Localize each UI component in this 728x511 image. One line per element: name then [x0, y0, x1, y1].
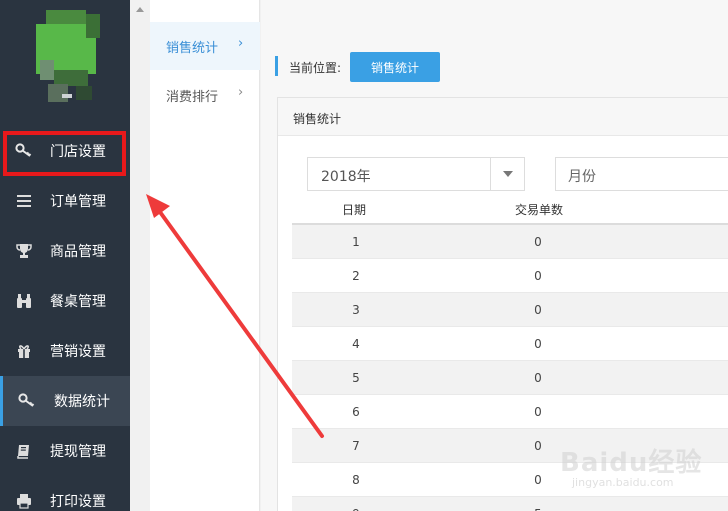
table-row: 3 0 [292, 293, 728, 327]
table-row: 5 0 [292, 361, 728, 395]
sub-sidebar: 销售统计 › 消费排行 › [150, 0, 260, 511]
cell-transactions: 0 [534, 473, 542, 487]
cell-date: 4 [352, 337, 360, 351]
cell-transactions: 0 [534, 269, 542, 283]
watermark: Baidu经验 jingyan.baidu.com [560, 442, 728, 502]
table-row: 1 0 [292, 225, 728, 259]
nav-item-marketing[interactable]: 营销设置 [0, 326, 130, 376]
month-select[interactable]: 月份 [555, 157, 728, 191]
main-sidebar: 门店设置 订单管理 商品管理 餐桌管理 营销设置 数据统计 提现管理 打印设置 [0, 0, 130, 511]
nav-item-orders[interactable]: 订单管理 [0, 176, 130, 226]
cell-transactions: 0 [534, 371, 542, 385]
table-row: 6 0 [292, 395, 728, 429]
watermark-url: jingyan.baidu.com [572, 476, 674, 489]
cell-transactions: 0 [534, 337, 542, 351]
cell-date: 6 [352, 405, 360, 419]
nav-label: 订单管理 [50, 194, 106, 210]
print-icon [14, 492, 34, 510]
cell-transactions: 5 [528, 507, 548, 511]
sidebar-scrollbar[interactable] [130, 0, 150, 511]
month-select-value: 月份 [568, 169, 596, 185]
cell-date: 9 [346, 507, 366, 511]
nav-label: 餐桌管理 [50, 294, 106, 310]
cell-date: 8 [352, 473, 360, 487]
cell-transactions: 0 [534, 303, 542, 317]
cell-date: 5 [352, 371, 360, 385]
column-header-date: 日期 [342, 203, 367, 217]
cell-transactions: 0 [534, 235, 542, 249]
panel-title: 销售统计 [293, 112, 342, 126]
table-row: 4 0 [292, 327, 728, 361]
cell-date: 2 [352, 269, 360, 283]
nav-item-tables[interactable]: 餐桌管理 [0, 276, 130, 326]
year-select-value: 2018年 [321, 169, 371, 185]
nav-label: 商品管理 [50, 244, 106, 260]
cell-date: 1 [352, 235, 360, 249]
main-content: 当前位置: 销售统计 销售统计 2018年 月份 日期 交易单数 1 0 2 0… [261, 0, 728, 511]
subnav-label: 消费排行 [166, 90, 219, 105]
breadcrumb-current-button[interactable]: 销售统计 [350, 52, 440, 82]
book-icon [14, 442, 34, 460]
nav-item-products[interactable]: 商品管理 [0, 226, 130, 276]
trophy-icon [14, 242, 34, 260]
nav-label: 提现管理 [50, 444, 106, 460]
nav-item-statistics[interactable]: 数据统计 [0, 376, 130, 426]
gift-icon [14, 342, 34, 360]
breadcrumb-label: 当前位置: [289, 61, 342, 75]
watermark-brand: Baidu经验 [560, 448, 703, 478]
nav-label: 营销设置 [50, 344, 106, 360]
binoculars-icon [14, 292, 34, 310]
app-window: 门店设置 订单管理 商品管理 餐桌管理 营销设置 数据统计 提现管理 打印设置 … [0, 0, 728, 511]
nav-label: 数据统计 [54, 394, 110, 410]
panel-header: 销售统计 [278, 98, 728, 136]
highlight-box [3, 131, 126, 176]
avatar[interactable] [36, 10, 106, 110]
cell-transactions: 0 [534, 439, 542, 453]
cell-date: 3 [352, 303, 360, 317]
chevron-down-icon[interactable] [503, 171, 513, 177]
subnav-item-spending-ranking[interactable]: 消费排行 › [150, 71, 260, 119]
nav-label: 打印设置 [50, 494, 106, 510]
chevron-right-icon: › [238, 85, 244, 100]
cell-transactions: 0 [534, 405, 542, 419]
table-row: 2 0 [292, 259, 728, 293]
nav-item-withdrawals[interactable]: 提现管理 [0, 426, 130, 476]
chevron-right-icon: › [238, 36, 244, 51]
nav-item-print-settings[interactable]: 打印设置 [0, 476, 130, 511]
cell-date: 7 [352, 439, 360, 453]
column-header-transactions: 交易单数 [515, 203, 564, 217]
subnav-item-sales-stats[interactable]: 销售统计 › [150, 22, 260, 70]
breadcrumb-marker [275, 56, 278, 76]
list-icon [14, 192, 34, 210]
key-icon [17, 392, 37, 410]
divider [490, 158, 491, 190]
year-select[interactable]: 2018年 [307, 157, 525, 191]
subnav-label: 销售统计 [166, 41, 219, 56]
scroll-up-icon[interactable] [136, 7, 144, 12]
